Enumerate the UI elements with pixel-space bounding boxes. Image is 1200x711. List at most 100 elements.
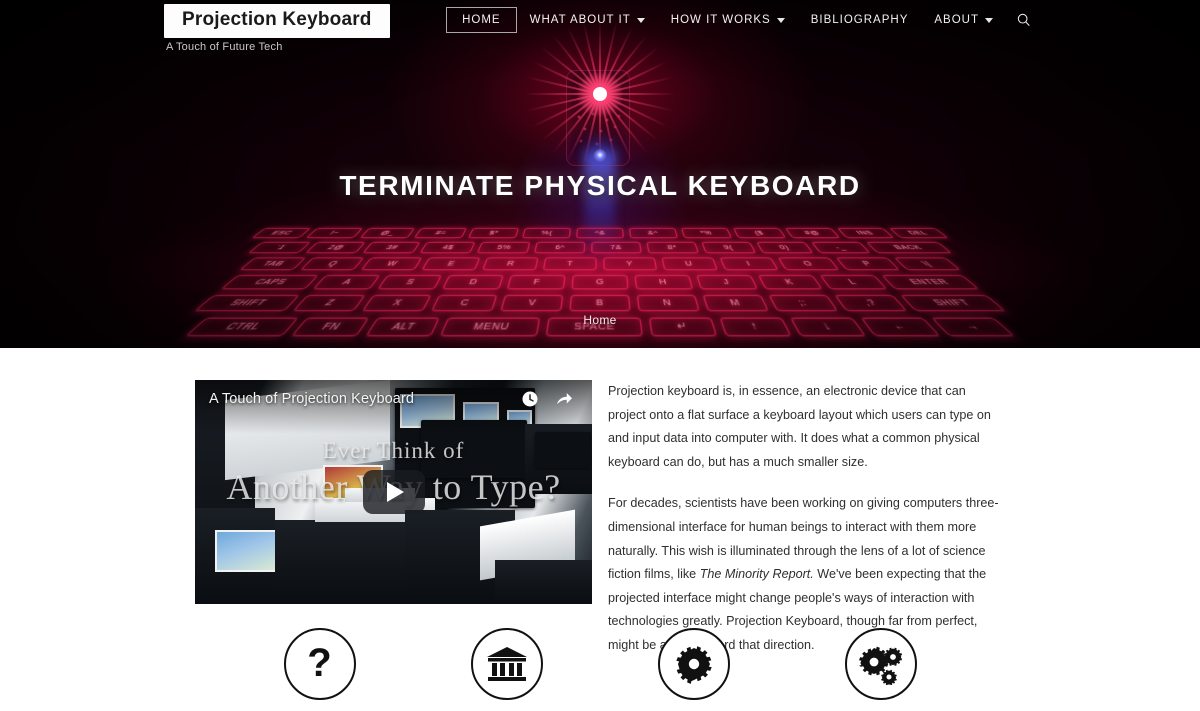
keyboard-key: H	[634, 275, 693, 289]
keyboard-key: BACK	[866, 242, 952, 253]
feature-icons-row: ?	[0, 628, 1200, 700]
keyboard-key: L	[820, 275, 888, 289]
clock-icon[interactable]	[521, 390, 539, 408]
keyboard-key: U	[661, 257, 718, 270]
play-triangle	[387, 482, 404, 502]
play-icon[interactable]	[363, 470, 425, 514]
keyboard-key: #@	[785, 228, 840, 238]
keyboard-key: SHIFT	[194, 295, 300, 311]
video-actions	[521, 390, 574, 408]
share-icon[interactable]	[555, 390, 574, 408]
keyboard-key: 5%	[477, 242, 531, 253]
keyboard-key: 8*	[646, 242, 699, 253]
keyboard-key: ($	[733, 228, 786, 238]
keyboard-key: #=	[414, 228, 467, 238]
keyboard-key: A	[313, 275, 381, 289]
gear-icon[interactable]	[658, 628, 730, 700]
keyboard-key: &^	[629, 228, 678, 238]
nav-item-label: HOW IT WORKS	[671, 14, 771, 26]
keyboard-key: I	[720, 257, 779, 270]
question-mark-icon[interactable]: ?	[284, 628, 356, 700]
keyboard-key: S	[377, 275, 442, 289]
keyboard-key: G	[571, 275, 628, 289]
main-content: Ever Think of Another Way to Type? A Tou…	[0, 348, 1200, 711]
keyboard-row: ESC !~ @_ #= $* %(^& &^ *% ($ #@ INS DEL	[0, 228, 1200, 238]
keyboard-row: `1 2@ 3# 4$ 5% 6^ 7& 8* 9(0) -_ BACK	[0, 242, 1200, 253]
keyboard-key: `1	[248, 242, 311, 253]
film-title: The Minority Report.	[700, 567, 814, 581]
keyboard-key: T	[543, 257, 597, 270]
nav-item-home[interactable]: HOME	[446, 7, 517, 33]
keyboard-key: M	[703, 295, 770, 311]
keyboard-key: 6^	[534, 242, 585, 253]
keyboard-key: K	[758, 275, 823, 289]
paragraph-1: Projection keyboard is, in essence, an e…	[608, 380, 1000, 474]
bank-building-glyph	[485, 644, 529, 684]
chevron-down-icon	[985, 18, 993, 23]
keyboard-key: J	[696, 275, 758, 289]
breadcrumb[interactable]: Home	[0, 313, 1200, 327]
keyboard-key: 4$	[420, 242, 476, 253]
keyboard-key: INS	[837, 228, 894, 238]
blue-laser-emitter	[593, 148, 607, 162]
site-tagline: A Touch of Future Tech	[166, 41, 283, 53]
nav-item-what-about-it[interactable]: WHAT ABOUT IT	[517, 7, 658, 33]
gears-glyph	[858, 643, 904, 685]
keyboard-key: 0)	[756, 242, 813, 253]
keyboard-key: !~	[306, 228, 363, 238]
keyboard-key: -_	[811, 242, 871, 253]
keyboard-key: O	[778, 257, 840, 270]
bank-building-icon[interactable]	[471, 628, 543, 700]
keyboard-key: ESC	[252, 228, 311, 238]
keyboard-key: E	[421, 257, 480, 270]
projected-laser-keyboard: ESC !~ @_ #= $* %(^& &^ *% ($ #@ INS DEL `1 2@ 3# 4$ 5% 6…	[0, 228, 1200, 314]
nav-item-about[interactable]: ABOUT	[921, 7, 1006, 33]
keyboard-key: Q	[300, 257, 364, 270]
keyboard-key: $*	[468, 228, 519, 238]
question-mark-glyph: ?	[307, 643, 331, 683]
keyboard-key: Y	[603, 257, 657, 270]
keyboard-key: ENTER	[881, 275, 979, 289]
keyboard-key: CAPS	[220, 275, 318, 289]
keyboard-row: CAPS A S D F G H J K L ENTER	[0, 275, 1200, 289]
keyboard-key: 2@	[305, 242, 366, 253]
keyboard-key: W	[361, 257, 423, 270]
keyboard-row: SHIFT Z X C V B N M;:,? SHIFT	[0, 295, 1200, 311]
nav-item-how-it-works[interactable]: HOW IT WORKS	[658, 7, 798, 33]
red-laser-emitter	[598, 92, 602, 96]
breadcrumb-home[interactable]: Home	[583, 313, 616, 327]
keyboard-row: TAB Q W E R T Y U I O P \|	[0, 257, 1200, 270]
keyboard-key: 9(	[701, 242, 756, 253]
nav-item-label: HOME	[462, 14, 501, 26]
keyboard-key: Z	[292, 295, 365, 311]
site-logo[interactable]: Projection Keyboard	[164, 4, 390, 38]
keyboard-key: F	[507, 275, 566, 289]
keyboard-key: P	[836, 257, 900, 270]
search-icon[interactable]	[1016, 12, 1032, 28]
keyboard-key: X	[362, 295, 432, 311]
keyboard-key: ^&	[576, 228, 624, 238]
keyboard-key: DEL	[889, 228, 948, 238]
site-header: Projection Keyboard A Touch of Future Te…	[0, 0, 1200, 56]
keyboard-key: 7&	[591, 242, 642, 253]
keyboard-key: N	[637, 295, 700, 311]
keyboard-key: D	[442, 275, 504, 289]
main-navigation: HOME WHAT ABOUT IT HOW IT WORKS BIBLIOGRAPH…	[446, 7, 1032, 33]
keyboard-key: TAB	[239, 257, 306, 270]
video-title[interactable]: A Touch of Projection Keyboard	[209, 391, 414, 407]
gear-glyph	[674, 644, 714, 684]
logo-text: Projection Keyboard	[182, 9, 372, 31]
keyboard-key: ,?	[834, 295, 907, 311]
nav-item-label: BIBLIOGRAPHY	[811, 14, 909, 26]
keyboard-key: 3#	[362, 242, 420, 253]
keyboard-key: V	[500, 295, 563, 311]
keyboard-key: \|	[894, 257, 961, 270]
keyboard-key: B	[569, 295, 630, 311]
video-player[interactable]: Ever Think of Another Way to Type? A Tou…	[195, 380, 592, 604]
nav-item-bibliography[interactable]: BIBLIOGRAPHY	[798, 7, 922, 33]
nav-item-label: ABOUT	[934, 14, 979, 26]
gears-icon[interactable]	[845, 628, 917, 700]
chevron-down-icon	[777, 18, 785, 23]
keyboard-key: SHIFT	[900, 295, 1006, 311]
keyboard-key: C	[431, 295, 498, 311]
